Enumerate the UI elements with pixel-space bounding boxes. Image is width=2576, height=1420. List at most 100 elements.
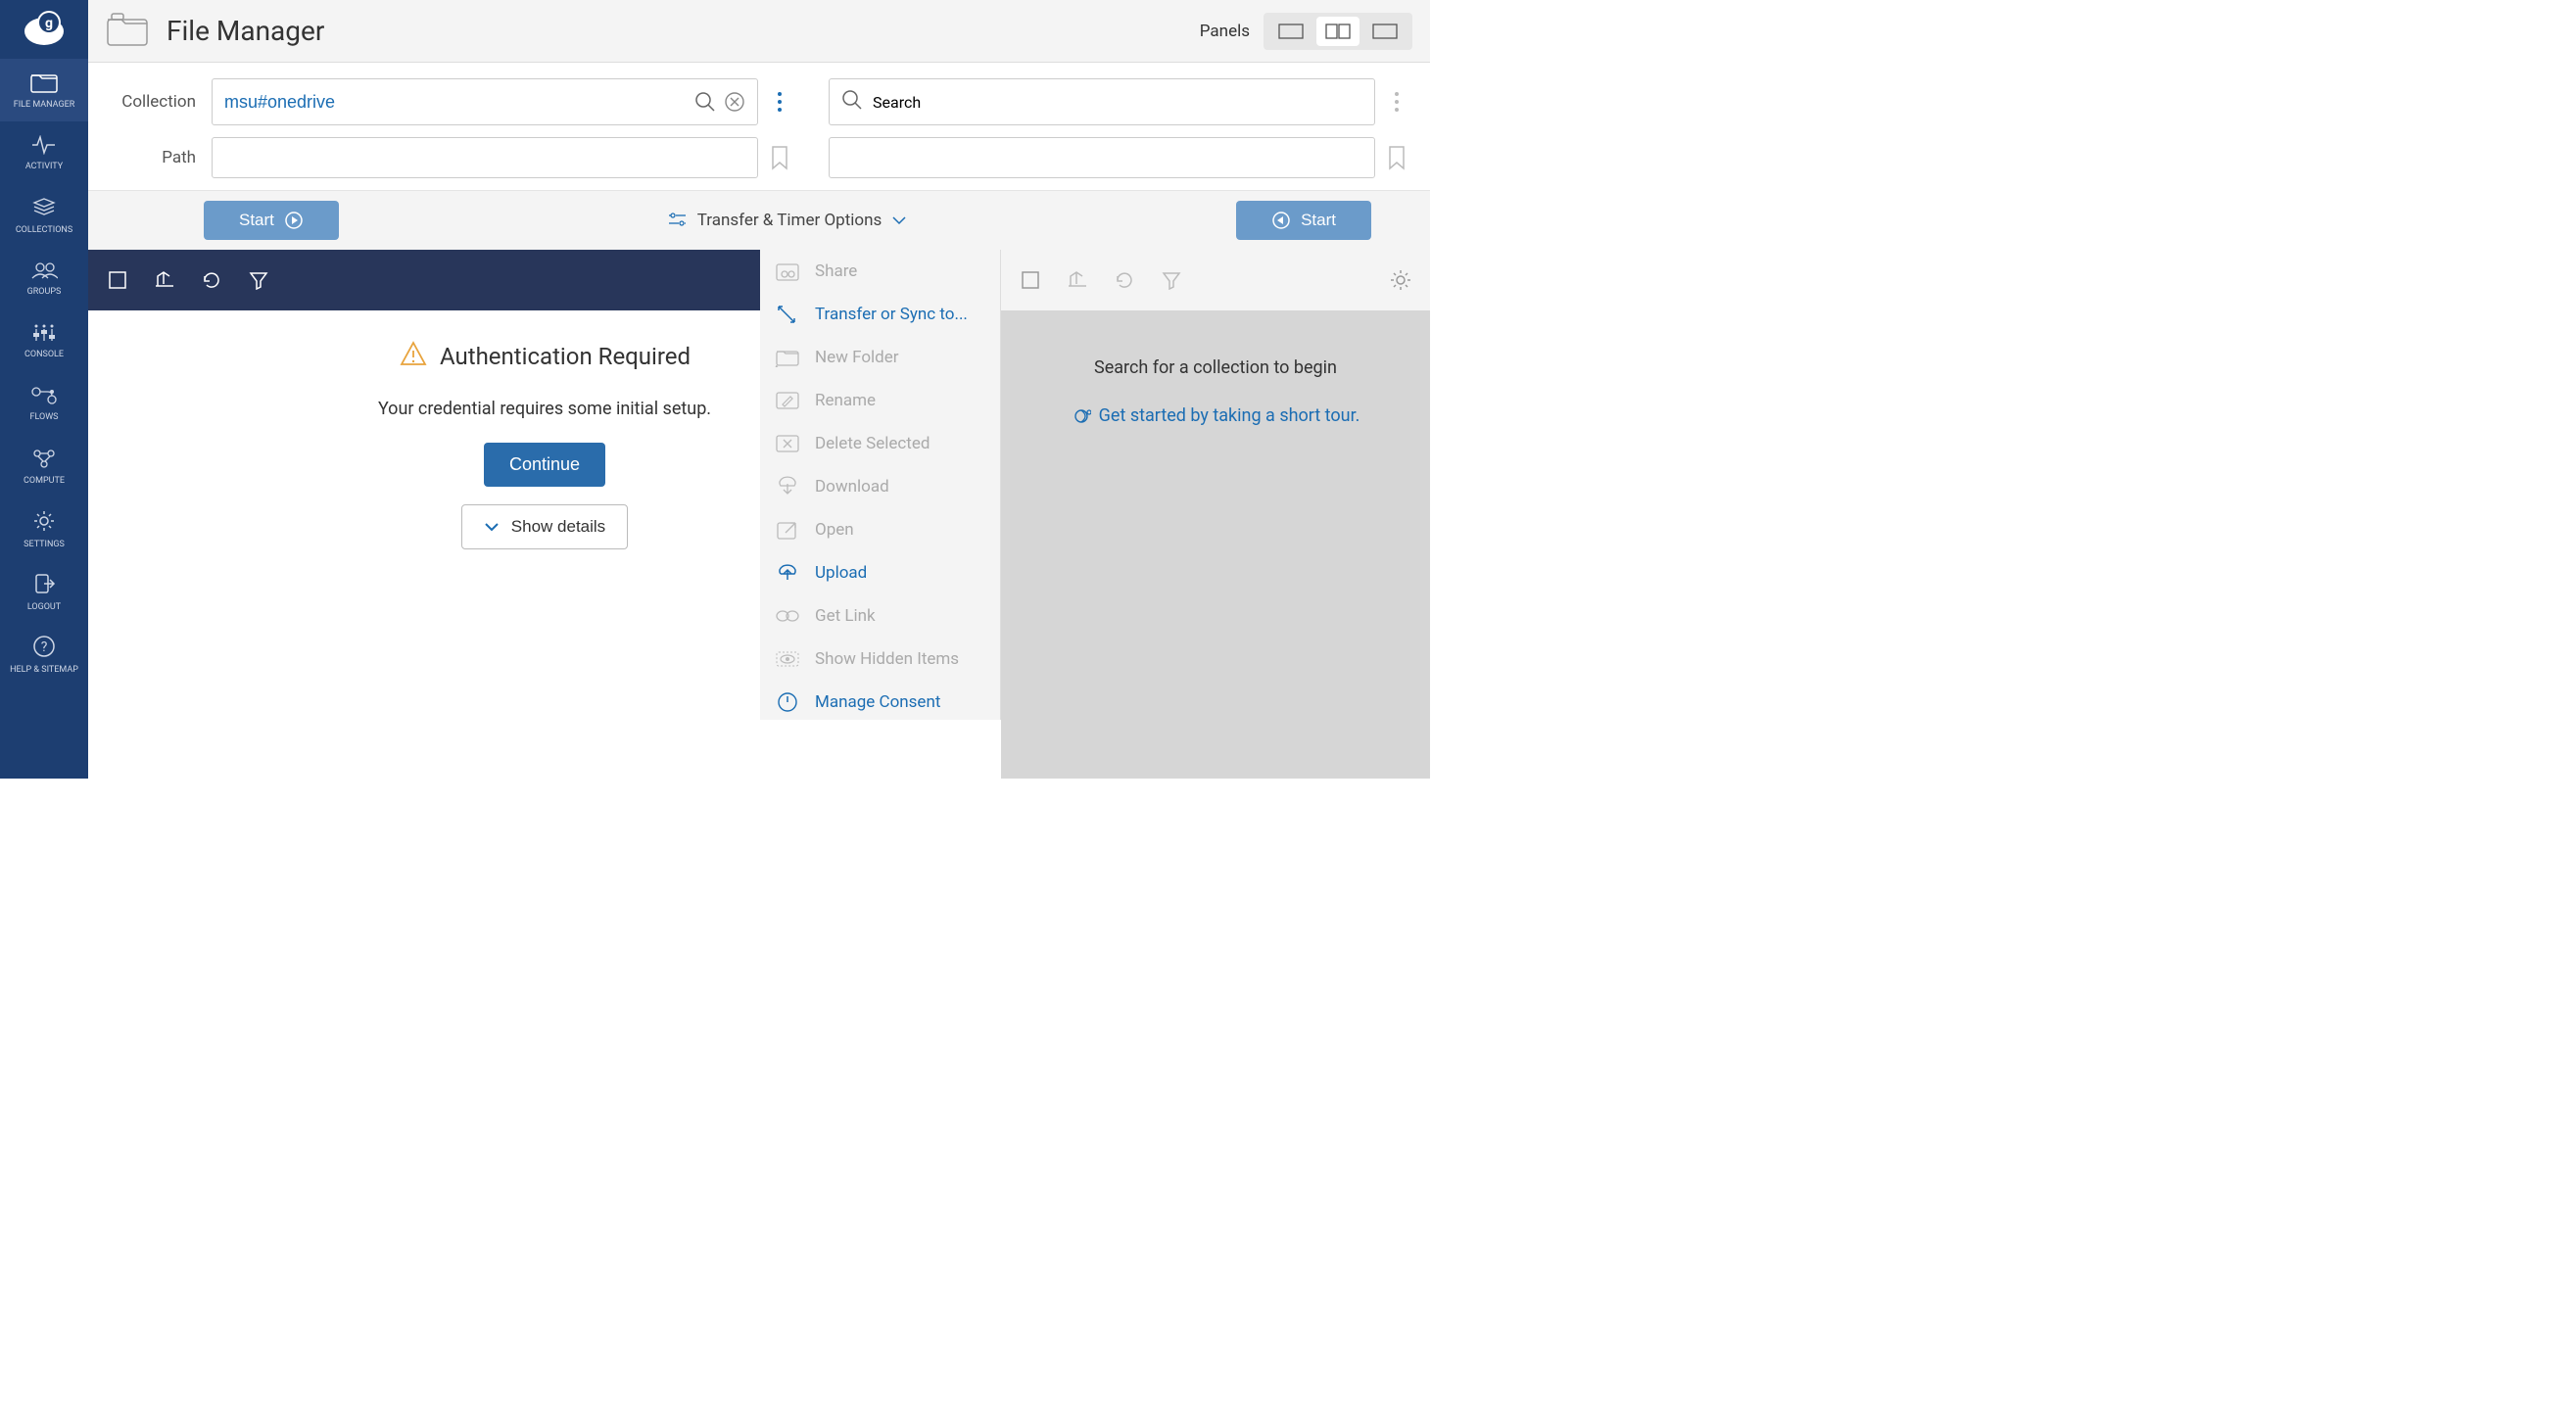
sidebar-item-label: HELP & SITEMAP xyxy=(10,665,78,675)
sidebar-item-logout[interactable]: LOGOUT xyxy=(0,560,88,623)
panel-right-body: Search for a collection to begin Get sta… xyxy=(1001,310,1430,779)
settings-icon xyxy=(32,509,56,536)
start-button-left[interactable]: Start xyxy=(204,201,339,240)
rename-icon xyxy=(774,391,801,410)
auth-title: Authentication Required xyxy=(440,343,691,370)
menu-label: Open xyxy=(815,520,854,540)
logout-icon xyxy=(32,572,56,598)
continue-button[interactable]: Continue xyxy=(484,443,605,487)
bookmark-icon[interactable] xyxy=(766,145,793,170)
sidebar-item-label: CONSOLE xyxy=(24,350,64,359)
sidebar-item-label: FLOWS xyxy=(29,412,58,422)
sidebar-item-file-manager[interactable]: FILE MANAGER xyxy=(0,59,88,121)
path-input-left[interactable] xyxy=(212,137,758,178)
eye-icon xyxy=(774,650,801,668)
start-button-label: Start xyxy=(239,211,274,230)
share-icon xyxy=(774,260,801,282)
search-icon xyxy=(841,89,863,115)
menu-label: Transfer or Sync to... xyxy=(815,305,968,324)
header: File Manager Panels xyxy=(88,0,1430,63)
sidebar-item-label: COLLECTIONS xyxy=(16,225,72,235)
refresh-icon[interactable] xyxy=(196,264,227,296)
show-details-label: Show details xyxy=(511,517,605,537)
file-manager-icon xyxy=(30,71,58,96)
action-bar: Start Transfer & Timer Options Start xyxy=(88,190,1430,250)
menu-label: Share xyxy=(815,261,857,281)
empty-state-message: Search for a collection to begin xyxy=(1021,357,1410,378)
menu-show-hidden: Show Hidden Items xyxy=(760,638,1000,681)
filter-icon[interactable] xyxy=(243,264,274,296)
menu-new-folder: New Folder xyxy=(760,336,1000,379)
sidebar-item-collections[interactable]: COLLECTIONS xyxy=(0,184,88,247)
tour-text: Get started by taking a short tour. xyxy=(1099,405,1360,426)
show-details-button[interactable]: Show details xyxy=(461,504,628,549)
panel-toolbar-right xyxy=(1001,250,1430,310)
menu-upload[interactable]: Upload xyxy=(760,551,1000,594)
context-menu: Share Transfer or Sync to... New Folder … xyxy=(760,250,1001,720)
panel-view-toggle xyxy=(1264,13,1412,50)
collection-text-input[interactable] xyxy=(224,92,687,113)
menu-share: Share xyxy=(760,250,1000,293)
sidebar-item-activity[interactable]: ACTIVITY xyxy=(0,121,88,184)
menu-manage-consent[interactable]: Manage Consent xyxy=(760,681,1000,720)
help-icon: ? xyxy=(32,635,56,661)
upload-icon xyxy=(774,562,801,584)
folder-icon xyxy=(106,12,149,51)
tour-link[interactable]: Get started by taking a short tour. xyxy=(1021,405,1410,426)
start-button-right[interactable]: Start xyxy=(1236,201,1371,240)
gear-icon[interactable] xyxy=(1385,264,1416,296)
sidebar-item-help[interactable]: ? HELP & SITEMAP xyxy=(0,623,88,686)
path-row: Path xyxy=(88,131,1430,190)
refresh-icon[interactable] xyxy=(1109,264,1140,296)
activity-icon xyxy=(31,135,57,158)
sidebar-item-settings[interactable]: SETTINGS xyxy=(0,497,88,560)
download-icon xyxy=(774,476,801,497)
up-folder-icon[interactable] xyxy=(1062,264,1093,296)
path-input-right[interactable] xyxy=(829,137,1375,178)
menu-label: Delete Selected xyxy=(815,434,930,453)
sidebar-item-groups[interactable]: GROUPS xyxy=(0,247,88,309)
sidebar-item-console[interactable]: CONSOLE xyxy=(0,309,88,372)
page-title: File Manager xyxy=(167,15,1200,47)
panel-view-single[interactable] xyxy=(1269,17,1312,46)
menu-delete: Delete Selected xyxy=(760,422,1000,465)
panel-right: Search for a collection to begin Get sta… xyxy=(1001,250,1430,779)
menu-transfer-sync[interactable]: Transfer or Sync to... xyxy=(760,293,1000,336)
svg-text:g: g xyxy=(45,16,53,31)
panel-view-single-right[interactable] xyxy=(1363,17,1407,46)
open-icon xyxy=(774,519,801,541)
path-label: Path xyxy=(108,148,196,167)
sidebar-item-compute[interactable]: COMPUTE xyxy=(0,435,88,497)
warning-icon xyxy=(399,340,428,373)
sidebar-item-label: FILE MANAGER xyxy=(14,100,75,110)
collection-input-right[interactable]: Search xyxy=(829,78,1375,125)
bookmark-icon[interactable] xyxy=(1383,145,1410,170)
panel-options-left[interactable] xyxy=(766,90,793,114)
new-folder-icon xyxy=(774,348,801,367)
menu-label: Rename xyxy=(815,391,876,410)
menu-open: Open xyxy=(760,508,1000,551)
sidebar: g FILE MANAGER ACTIVITY COLLECTIONS G xyxy=(0,0,88,779)
search-icon[interactable] xyxy=(694,91,716,113)
transfer-options[interactable]: Transfer & Timer Options xyxy=(339,211,1236,230)
sidebar-item-flows[interactable]: FLOWS xyxy=(0,372,88,435)
collection-input-left[interactable] xyxy=(212,78,758,125)
sidebar-item-label: GROUPS xyxy=(27,287,62,297)
panels-label: Panels xyxy=(1200,22,1250,41)
panel-options-right[interactable] xyxy=(1383,90,1410,114)
app-logo[interactable]: g xyxy=(0,0,88,59)
panel-view-double[interactable] xyxy=(1316,17,1360,46)
collection-label: Collection xyxy=(108,92,196,112)
collections-icon xyxy=(32,197,56,221)
clear-icon[interactable] xyxy=(724,91,745,113)
menu-label: Upload xyxy=(815,563,867,583)
sidebar-item-label: SETTINGS xyxy=(24,540,65,549)
transfer-icon xyxy=(774,303,801,326)
checkbox-icon[interactable] xyxy=(1015,264,1046,296)
consent-icon xyxy=(774,691,801,713)
filter-icon[interactable] xyxy=(1156,264,1187,296)
collection-row: Collection Search xyxy=(88,63,1430,131)
checkbox-icon[interactable] xyxy=(102,264,133,296)
up-folder-icon[interactable] xyxy=(149,264,180,296)
console-icon xyxy=(30,323,58,346)
